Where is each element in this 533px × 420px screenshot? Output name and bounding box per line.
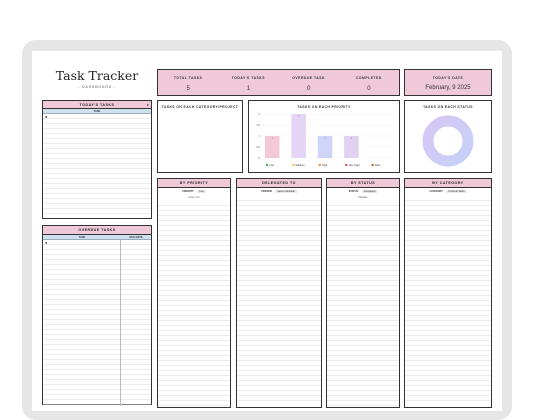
title-block: Task Tracker - DASHBOARD - [42,68,152,89]
task-bullet: ● [45,114,48,119]
y-tick-label: 1.5 [256,123,260,127]
delegated-to-title: DELEGATED TO [237,179,321,188]
legend-label: Low [269,163,274,167]
date-label: TODAY'S DATE [432,76,464,80]
date-value[interactable]: February, 9 2025 [405,85,491,91]
status-filter[interactable]: STATUS: Completed [327,188,399,194]
filter-dropdown[interactable]: Low [197,189,206,193]
donut-ring [422,115,474,167]
delegated-list[interactable] [237,196,321,401]
task-column-label: TASK [78,236,86,239]
delegated-to-panel: DELEGATED TO PERSON: Select individual [236,178,322,408]
by-status-title: BY STATUS [327,179,399,188]
filter-key: PRIORITY: [182,189,195,193]
legend-marker [265,163,269,167]
stat-value: 5 [186,86,190,92]
by-status-panel: BY STATUS STATUS: Completed Meditate [326,178,400,408]
dropdown-icon[interactable]: ▾ [147,101,149,109]
stat-label: TODAY'S TASKS [231,76,265,80]
priority-filter[interactable]: PRIORITY: Low [158,188,230,194]
filter-dropdown[interactable]: Select individual [275,189,297,193]
filter-key: STATUS: [348,189,359,193]
page-title: Task Tracker [55,68,139,83]
legend-marker [371,163,374,167]
status-chart-panel: TASKS ON EACH STATUS [404,100,492,173]
y-tick-label: 1 [259,134,261,138]
stat-label: OVERDUE TASK [292,76,325,80]
by-category-panel: BY CATEGORY CATEGORY: Personal Tasks [404,178,492,408]
bar [291,114,306,158]
stats-bar: TOTAL TASKS 5 TODAY'S TASKS 1 OVERDUE TA… [157,69,400,96]
stat-completed: COMPLETED 0 [339,70,399,95]
stat-total-tasks: TOTAL TASKS 5 [158,70,218,95]
status-list[interactable] [327,201,399,406]
stat-value: 0 [306,86,311,92]
priority-bar-chart: 00.511.52121 1Low Medium High Very High Date [256,112,395,167]
legend-marker [318,163,321,167]
todays-tasks-list[interactable]: ● [43,114,151,218]
legend-marker [292,163,295,167]
filter-dropdown[interactable]: Personal Tasks [446,189,467,193]
legend-label: Medium [296,163,305,167]
due-date-column-label: DUE DATE [129,236,143,239]
todays-tasks-title: TODAY'S TASKS [79,103,115,107]
filter-result: Study, test [188,196,200,199]
category-filter[interactable]: CATEGORY: Personal Tasks [405,188,491,194]
stat-value: 1 [246,86,251,92]
stat-label: TOTAL TASKS [173,76,203,80]
filter-key: PERSON: [261,189,273,193]
y-tick-label: 0.5 [256,145,260,149]
overdue-tasks-panel: OVERDUE TASKS TASK DUE DATE ● [42,225,152,406]
page-subtitle: - DASHBOARD - [78,85,116,89]
filter-dropdown[interactable]: Completed [361,189,378,193]
y-tick-label: 0 [259,156,261,160]
priority-list[interactable] [158,201,230,406]
by-category-title: BY CATEGORY [405,179,491,188]
person-filter[interactable]: PERSON: Select individual [237,188,321,194]
legend-label: Date [375,163,381,167]
todays-tasks-panel: TODAY'S TASKS ▾ TASK ● [42,100,152,219]
legend-marker [345,163,348,167]
filter-key: CATEGORY: [429,189,444,193]
overdue-tasks-list[interactable]: ● [43,240,151,406]
status-chart-title: TASKS ON EACH STATUS [423,105,473,109]
filter-result: Meditate [358,196,368,199]
todays-tasks-header: TODAY'S TASKS ▾ [43,101,151,109]
y-tick-label: 2 [259,112,261,116]
todays-date-box: TODAY'S DATE February, 9 2025 [404,69,492,96]
by-priority-title: BY PRIORITY [158,179,230,188]
by-priority-panel: BY PRIORITY PRIORITY: Low Study, test [157,178,231,408]
legend-label: High [322,163,328,167]
category-chart-title: TASKS ON EACH CATEGORY/PROJECT [161,105,239,109]
stat-overdue-tasks: OVERDUE TASK 0 [279,70,339,95]
legend-label: Very High [348,163,360,167]
stat-todays-tasks: TODAY'S TASKS 1 [218,70,278,95]
column-divider [120,240,121,406]
stat-value: 0 [367,86,371,92]
task-bullet: ● [45,240,48,245]
priority-chart-panel: TASKS ON EACH PRIORITY 0 0.5 1 1.5 2 1 2 1 1 Low M… [248,100,400,173]
stat-label: COMPLETED [355,76,382,80]
status-donut-chart [422,115,474,167]
overdue-tasks-title: OVERDUE TASKS [43,226,151,235]
priority-chart-title: TASKS ON EACH PRIORITY [297,105,351,109]
category-list[interactable] [405,196,491,401]
category-chart-panel: TASKS ON EACH CATEGORY/PROJECT [157,100,243,173]
